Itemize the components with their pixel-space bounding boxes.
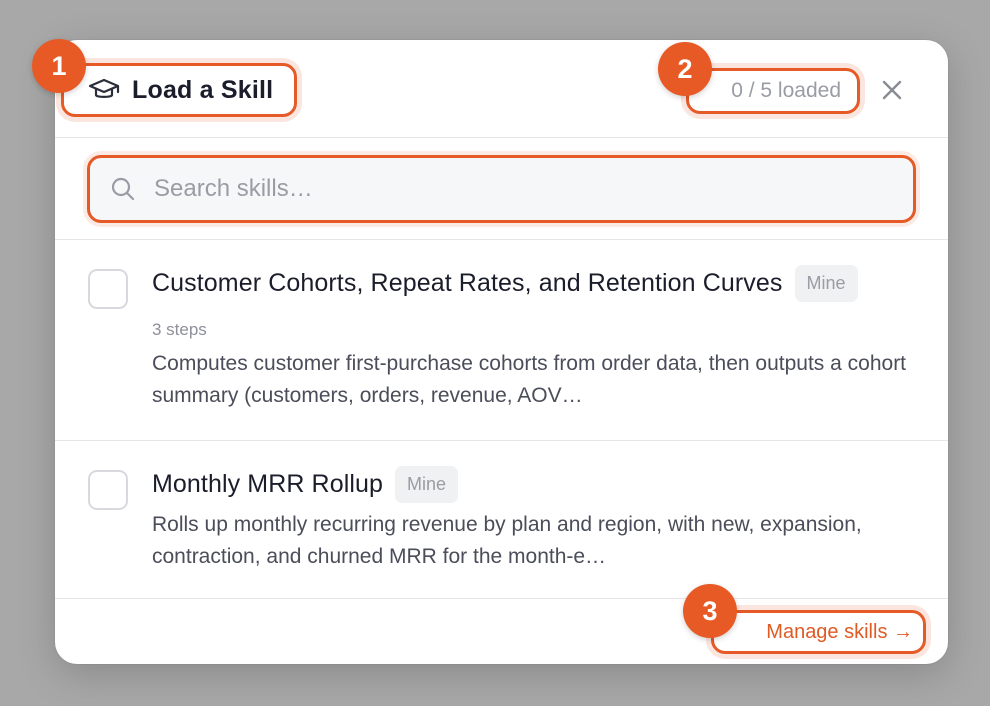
skill-title: Monthly MRR Rollup: [152, 470, 384, 498]
annotation-marker-1: 1: [32, 39, 86, 93]
close-icon: [882, 80, 902, 100]
dialog-footer: Manage skills →: [55, 600, 948, 664]
close-button[interactable]: [876, 74, 908, 106]
skill-steps: 3 steps: [152, 320, 207, 339]
dialog-header: Load a Skill 0 / 5 loaded: [55, 40, 948, 138]
skill-checkbox[interactable]: [88, 269, 128, 309]
skill-list-item[interactable]: Customer Cohorts, Repeat Rates, and Rete…: [55, 241, 948, 441]
skill-title: Customer Cohorts, Repeat Rates, and Rete…: [152, 269, 783, 297]
search-box[interactable]: [87, 155, 916, 223]
skill-description: Rolls up monthly recurring revenue by pl…: [152, 513, 862, 568]
skill-checkbox[interactable]: [88, 470, 128, 510]
loaded-status-badge: 0 / 5 loaded: [686, 68, 860, 114]
load-skill-dialog: Load a Skill 0 / 5 loaded Customer: [55, 40, 948, 664]
skill-title-row: Monthly MRR Rollup Mine: [152, 466, 924, 503]
search-input[interactable]: [154, 175, 794, 203]
dialog-title-text: Load a Skill: [132, 75, 274, 104]
search-icon: [110, 175, 138, 203]
annotation-marker-3: 3: [683, 584, 737, 638]
mine-badge: Mine: [395, 466, 459, 503]
graduation-cap-icon: [88, 76, 122, 104]
annotation-marker-2: 2: [658, 42, 712, 96]
skill-description: Computes customer first-purchase cohorts…: [152, 352, 907, 407]
search-area: [55, 139, 948, 240]
manage-skills-label: Manage skills →: [766, 620, 913, 643]
skill-list-item[interactable]: Monthly MRR Rollup Mine Rolls up monthly…: [55, 442, 948, 599]
dialog-title: Load a Skill: [61, 63, 297, 117]
manage-skills-link[interactable]: Manage skills →: [711, 610, 926, 654]
loaded-count: 0 / 5 loaded: [731, 79, 841, 102]
mine-badge: Mine: [794, 265, 858, 302]
skill-title-row: Customer Cohorts, Repeat Rates, and Rete…: [152, 265, 924, 302]
skill-body: Customer Cohorts, Repeat Rates, and Rete…: [152, 265, 924, 412]
skill-body: Monthly MRR Rollup Mine Rolls up monthly…: [152, 466, 924, 573]
